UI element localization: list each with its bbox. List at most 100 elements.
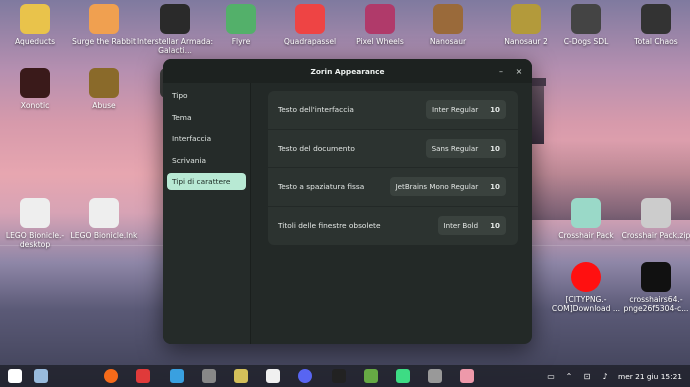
inkscape-icon[interactable]: [332, 369, 346, 383]
system-tray: ▭ ⌃ ⊡ ♪ mer 21 giu 15:21: [546, 365, 682, 387]
red-circle-image-icon: [571, 262, 601, 292]
rabbit-icon: [89, 4, 119, 34]
flyre-icon: [226, 4, 256, 34]
rhythmbox-icon[interactable]: [234, 369, 248, 383]
font-name: Sans Regular: [431, 143, 479, 153]
sidebar-item-label: Tema: [172, 112, 192, 122]
galactic-game-icon: [160, 4, 190, 34]
desktop-icon[interactable]: [CITYPNG.-COM]Download ...: [546, 262, 626, 313]
desktop-icon[interactable]: Flyre: [201, 4, 281, 46]
font-row-label: Titoli delle finestre obsolete: [278, 221, 381, 231]
desktop-icon-label: Flyre: [231, 37, 251, 46]
sidebar-item-tipo[interactable]: Tipo: [167, 87, 246, 104]
vivaldi-icon[interactable]: [136, 369, 150, 383]
font-row-label: Testo dell'interfaccia: [278, 105, 354, 115]
android-icon[interactable]: [396, 369, 410, 383]
cdogs-icon: [571, 4, 601, 34]
font-row-document: Testo del documento Sans Regular 10: [268, 130, 518, 168]
photos-icon[interactable]: [266, 369, 280, 383]
desktop-icon-label: Total Chaos: [634, 37, 678, 46]
window-titlebar[interactable]: Zorin Appearance – ×: [163, 59, 532, 83]
firefox-icon[interactable]: [104, 369, 118, 383]
desktop-icon[interactable]: Surge the Rabbit: [64, 4, 144, 46]
pixel-wheels-icon: [365, 4, 395, 34]
desktop-icon-label: [CITYPNG.-COM]Download ...: [551, 295, 621, 313]
minimize-button[interactable]: –: [494, 64, 508, 78]
font-row-legacy-titles: Titoli delle finestre obsolete Inter Bol…: [268, 207, 518, 246]
sidebar-item-label: Interfaccia: [172, 134, 212, 143]
fonts-card: Testo dell'interfaccia Inter Regular 10 …: [268, 91, 518, 245]
folder-teal-icon: [571, 198, 601, 228]
desktop-icon[interactable]: Crosshair Pack.zip: [616, 198, 690, 240]
window-title: Zorin Appearance: [310, 66, 385, 76]
zorin-menu-icon[interactable]: [8, 369, 22, 383]
interface-font-button[interactable]: Inter Regular 10: [426, 100, 506, 120]
crosshair-image-icon: [641, 262, 671, 292]
desktop-icon-label: Nanosaur: [429, 37, 467, 46]
files-icon[interactable]: [202, 369, 216, 383]
desktop-icon[interactable]: LEGO Bionicle.lnk: [64, 198, 144, 240]
desktop-icon-label: Surge the Rabbit: [72, 37, 136, 46]
chevron-up-icon[interactable]: ⌃: [564, 371, 574, 381]
font-name: Inter Regular: [432, 105, 479, 115]
window-switcher-icon[interactable]: ▭: [546, 371, 556, 381]
document-font-button[interactable]: Sans Regular 10: [425, 138, 506, 158]
clock[interactable]: mer 21 giu 15:21: [618, 372, 682, 381]
taskbar: ▭ ⌃ ⊡ ♪ mer 21 giu 15:21: [0, 365, 690, 387]
camera-icon[interactable]: [170, 369, 184, 383]
legacy-titles-font-button[interactable]: Inter Bold 10: [437, 216, 506, 236]
dinosaur-icon: [433, 4, 463, 34]
sidebar-item-tipi-di-carattere[interactable]: Tipi di carattere: [167, 173, 246, 190]
workspaces-icon[interactable]: [34, 369, 48, 383]
desktop-icon[interactable]: crosshairs64.-pnge26f5304-c...: [616, 262, 690, 313]
desktop-icon-label: Crosshair Pack: [558, 231, 614, 240]
monospace-font-button[interactable]: JetBrains Mono Regular 10: [389, 177, 506, 197]
xonotic-icon: [20, 68, 50, 98]
folder-yellow-icon: [20, 4, 50, 34]
desktop-icon[interactable]: Quadrapassel: [270, 4, 350, 46]
total-chaos-icon: [641, 4, 671, 34]
desktop-icon-label: Crosshair Pack.zip: [621, 231, 690, 240]
minetest-icon[interactable]: [364, 369, 378, 383]
font-row-interface: Testo dell'interfaccia Inter Regular 10: [268, 91, 518, 130]
desktop-icon[interactable]: Total Chaos: [616, 4, 690, 46]
font-row-label: Testo del documento: [278, 143, 355, 153]
volume-icon[interactable]: ♪: [600, 371, 610, 381]
desktop-icon-label: Abuse: [92, 101, 116, 110]
desktop-icon[interactable]: Nanosaur: [408, 4, 488, 46]
settings-icon[interactable]: [428, 369, 442, 383]
paint-icon[interactable]: [460, 369, 474, 383]
font-size: 10: [490, 221, 500, 231]
text-file-icon: [89, 198, 119, 228]
text-file-icon: [20, 198, 50, 228]
sidebar-item-label: Scrivania: [172, 155, 207, 165]
desktop-icon-label: crosshairs64.-pnge26f5304-c...: [623, 295, 689, 313]
font-size: 10: [490, 182, 500, 192]
tetris-icon: [295, 4, 325, 34]
desktop-icon-label: LEGO Bionicle.lnk: [70, 231, 138, 240]
sidebar-item-tema[interactable]: Tema: [167, 109, 246, 126]
font-name: JetBrains Mono Regular: [395, 182, 479, 192]
font-row-label: Testo a spaziatura fissa: [278, 182, 365, 192]
fonts-panel: Testo dell'interfaccia Inter Regular 10 …: [251, 83, 532, 344]
sidebar-item-interfaccia[interactable]: Interfaccia: [167, 130, 246, 147]
abuse-icon: [89, 68, 119, 98]
discord-icon[interactable]: [298, 369, 312, 383]
close-button[interactable]: ×: [512, 64, 526, 78]
font-size: 10: [490, 105, 500, 115]
zorin-appearance-window: Zorin Appearance – × Tipo Tema Interfacc…: [163, 59, 532, 344]
font-row-monospace: Testo a spaziatura fissa JetBrains Mono …: [268, 168, 518, 207]
sidebar-item-scrivania[interactable]: Scrivania: [167, 152, 246, 169]
network-icon[interactable]: ⊡: [582, 371, 592, 381]
sidebar-item-label: Tipo: [172, 91, 188, 100]
zip-archive-icon: [641, 198, 671, 228]
desktop-icon[interactable]: Abuse: [64, 68, 144, 110]
desktop-icon[interactable]: Crosshair Pack: [546, 198, 626, 240]
font-size: 10: [490, 143, 500, 153]
sidebar-item-label: Tipi di carattere: [172, 177, 231, 186]
desktop-icon-label: C-Dogs SDL: [563, 37, 609, 46]
wallpaper-lighthouse: [530, 78, 546, 144]
desktop-icon[interactable]: C-Dogs SDL: [546, 4, 626, 46]
font-name: Inter Bold: [443, 221, 479, 231]
desktop-icon-label: Quadrapassel: [283, 37, 337, 46]
